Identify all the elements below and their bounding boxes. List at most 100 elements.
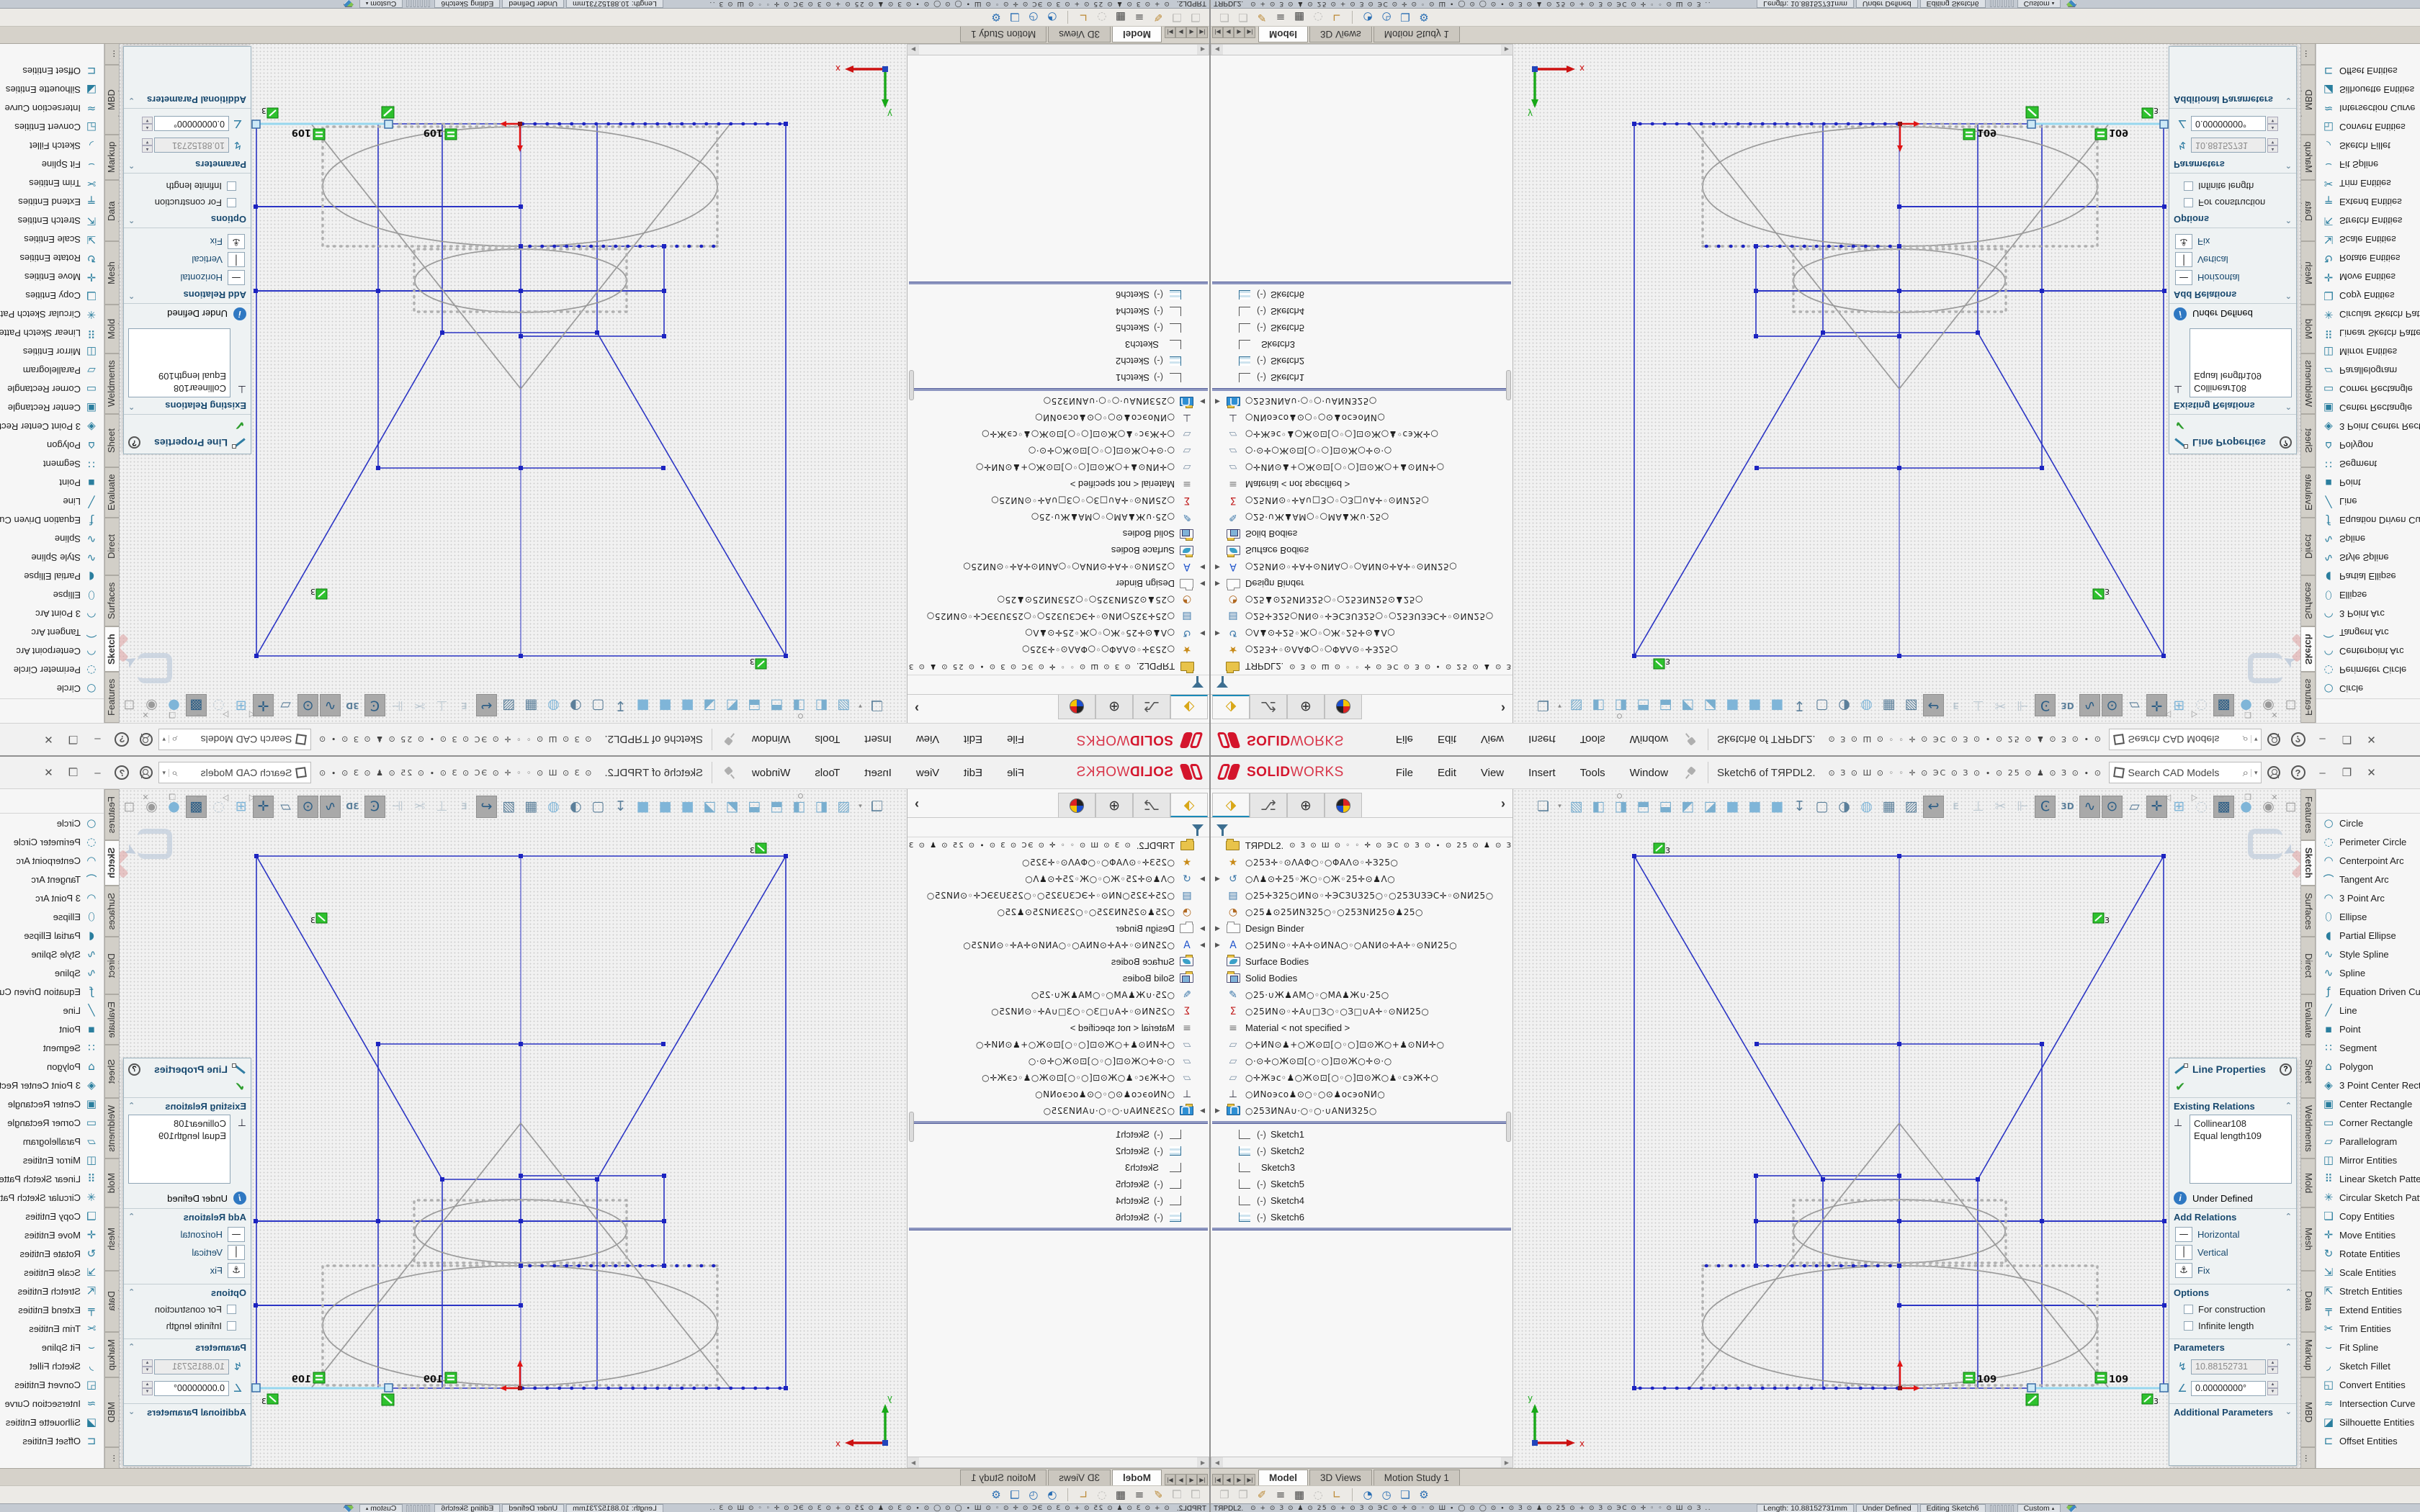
- relation-entry[interactable]: Collinear108: [2194, 382, 2287, 395]
- tool-move-entities[interactable]: ✛ Move Entities: [2316, 1225, 2420, 1244]
- tool-intersection-curve[interactable]: ≈ Intersection Curve: [0, 99, 104, 118]
- pattern-grid-icon[interactable]: ▦: [1290, 1488, 1309, 1501]
- doc-tab-model[interactable]: Model: [1112, 27, 1162, 42]
- panel-collapse-dot[interactable]: [1617, 714, 1622, 719]
- tool-center-rectangle[interactable]: ▣ Center Rectangle: [0, 399, 104, 418]
- sheet2-faint-icon[interactable]: ❐: [1168, 11, 1186, 24]
- scene-lines-icon[interactable]: ≡: [1130, 1488, 1149, 1501]
- tool-offset-entities[interactable]: ⊏ Offset Entities: [2316, 1431, 2420, 1450]
- spinner[interactable]: ▲▼: [2267, 1381, 2278, 1395]
- command-tab-direct-editing[interactable]: Direct Editing: [104, 518, 119, 575]
- command-tab-mold-tools[interactable]: Mold Tools: [104, 1158, 119, 1207]
- tree-item[interactable]: Solid Bodies: [908, 526, 1209, 542]
- doc-tab-model[interactable]: Model: [1258, 27, 1308, 42]
- doc-nav-icon[interactable]: ▶: [1234, 27, 1245, 38]
- tree-item[interactable]: ◔○25♟⊙25ИNЗ25○◦○25ЗNИ25⊙♟25○: [908, 592, 1209, 608]
- appearance-brush-icon[interactable]: ✐: [1252, 1488, 1271, 1501]
- tool-stretch-entities[interactable]: ⇱ Stretch Entities: [2316, 212, 2420, 230]
- collapse-icon[interactable]: ⌃: [128, 1212, 135, 1223]
- scene-lines-icon[interactable]: ≡: [1271, 11, 1290, 24]
- add-relation-vertical[interactable]: │ Vertical: [2174, 1243, 2292, 1261]
- tool-ellipse[interactable]: ⬯ Ellipse: [2316, 907, 2420, 926]
- doc-nav-icon[interactable]: |◀: [1212, 27, 1223, 38]
- relations-listbox[interactable]: Collinear108Equal length109: [128, 328, 230, 397]
- tree-item[interactable]: ✎○25·∪Ж♟ΑΜ○◦○ΜΑ♟Ж∪·25○: [1211, 509, 1512, 526]
- relations-listbox[interactable]: Collinear108Equal length109: [128, 1115, 230, 1184]
- gear-icon[interactable]: ⚙: [1415, 1488, 1433, 1501]
- ok-check-icon[interactable]: ✔: [2169, 415, 2296, 432]
- tree-item[interactable]: ▶ Design Binder: [1211, 575, 1512, 592]
- command-tab-mesh-modeling[interactable]: Mesh Modeling: [104, 241, 119, 305]
- relation-entry[interactable]: Equal length109: [2194, 370, 2287, 382]
- expand-panel-icon[interactable]: ›: [915, 796, 919, 811]
- account-button[interactable]: [135, 729, 159, 750]
- tree-item-sketch4[interactable]: (-)Sketch4: [908, 303, 1209, 320]
- relation-entry[interactable]: Equal length109: [133, 1130, 226, 1142]
- menu-edit[interactable]: Edit: [951, 729, 995, 750]
- tool-copy-entities[interactable]: ❏ Copy Entities: [0, 287, 104, 305]
- tree-item-sketch5[interactable]: (-)Sketch5: [908, 320, 1209, 336]
- tool-linear-sketch-pattern[interactable]: ⠿ Linear Sketch Pattern: [0, 324, 104, 343]
- doc-nav-icon[interactable]: |◀: [1197, 1474, 1208, 1485]
- ok-check-icon[interactable]: ✔: [124, 1080, 251, 1097]
- checkbox-icon[interactable]: [227, 198, 236, 207]
- pin-icon[interactable]: [722, 767, 734, 778]
- scene-lines-icon[interactable]: ≡: [1130, 11, 1149, 24]
- tool-mirror-entities[interactable]: ◫ Mirror Entities: [0, 1151, 104, 1169]
- menu-insert[interactable]: Insert: [852, 762, 904, 783]
- command-tab-evaluate[interactable]: Evaluate: [2301, 467, 2316, 518]
- tree-filter[interactable]: [1211, 818, 1512, 837]
- tool-3-point-center-recta-[interactable]: ◈ 3 Point Center Recta...: [0, 1076, 104, 1094]
- tool-convert-entities[interactable]: ◱ Convert Entities: [2316, 118, 2420, 137]
- tree-item-sketch6[interactable]: (-)Sketch6: [1211, 1209, 1512, 1225]
- tree-item[interactable]: ▱○·⊙✛○Ж⊙⊡[○◦○]⊡⊙Ж○✛⊙·○: [1211, 443, 1512, 459]
- tool-scale-entities[interactable]: ⇲ Scale Entities: [2316, 1263, 2420, 1282]
- checkbox-icon[interactable]: [2184, 198, 2193, 207]
- tool-linear-sketch-pattern[interactable]: ⠿ Linear Sketch Pattern: [2316, 324, 2420, 343]
- sheet-faint-icon[interactable]: ❐: [1215, 1488, 1234, 1501]
- tool-offset-entities[interactable]: ⊏ Offset Entities: [0, 62, 104, 81]
- panel-collapse-dot[interactable]: [798, 793, 803, 798]
- tool-spline[interactable]: ∿ Spline: [2316, 963, 2420, 982]
- tool-polygon[interactable]: ⌂ Polygon: [2316, 436, 2420, 455]
- option-for-construction[interactable]: For construction: [2174, 194, 2292, 211]
- tree-splitter-handle[interactable]: [909, 370, 914, 400]
- command-tab-features[interactable]: Features: [104, 672, 119, 723]
- menu-file[interactable]: File: [1384, 762, 1425, 783]
- tree-item[interactable]: ◔○25♟⊙25ИNЗ25○◦○25ЗNИ25⊙♟25○: [1211, 904, 1512, 920]
- spinner[interactable]: ▲▼: [2267, 117, 2278, 131]
- restore-button[interactable]: ❐: [61, 762, 86, 783]
- tool-mirror-entities[interactable]: ◫ Mirror Entities: [2316, 343, 2420, 361]
- tree-item-sketch5[interactable]: (-)Sketch5: [1211, 320, 1512, 336]
- doc-nav-icon[interactable]: ▶|: [1245, 1474, 1255, 1485]
- tree-item[interactable]: ◔○25♟⊙25ИNЗ25○◦○25ЗNИ25⊙♟25○: [908, 904, 1209, 920]
- help-button[interactable]: ?: [2286, 762, 2311, 783]
- tree-item[interactable]: ▶ Design Binder: [1211, 920, 1512, 937]
- tool-equation-driven-curve[interactable]: ƒ Equation Driven Curve: [2316, 511, 2420, 530]
- tool-circle[interactable]: ○ Circle: [2316, 680, 2420, 698]
- tree-item[interactable]: ▶ ○25ЗИNΑ∪·○◦○·∪ΑNИЗ25○: [908, 1102, 1209, 1119]
- tree-item[interactable]: ▱○✛ИN⊙♟+○Ж⊙⊡[○◦○]⊡⊙Ж○+♟⊙NИ✛○: [908, 459, 1209, 476]
- tool-extend-entities[interactable]: ╤ Extend Entities: [2316, 193, 2420, 212]
- tree-root[interactable]: TЯPDL2. ⊙ З ⊙ Ш ⊙ ◦ ◦ ✛ ⊙ ЭС ⊙ З ⊙ ∙ ⊙ 2…: [1211, 658, 1512, 675]
- sheet2-faint-icon[interactable]: ❐: [1234, 11, 1252, 24]
- option-infinite-length[interactable]: Infinite length: [2174, 178, 2292, 194]
- collapse-icon[interactable]: ⌃: [2285, 214, 2292, 225]
- tool-style-spline[interactable]: ∿ Style Spline: [2316, 549, 2420, 567]
- restore-button[interactable]: ❐: [2335, 762, 2360, 783]
- tool-line[interactable]: ╱ Line: [0, 492, 104, 511]
- collapse-icon[interactable]: ⌃: [2285, 159, 2292, 170]
- tree-splitter-handle[interactable]: [909, 1112, 914, 1142]
- tree-item[interactable]: Σ○25ИN⊙◦✛Α∪□З○◦○З□∪Α✛◦⊙NИ25○: [908, 1003, 1209, 1020]
- expand-icon[interactable]: ⌄: [2285, 1407, 2292, 1418]
- tool-centerpoint-arc[interactable]: ◠ Centerpoint Arc: [2316, 642, 2420, 661]
- rollback-bar[interactable]: [909, 388, 1208, 391]
- menu-tools[interactable]: Tools: [802, 762, 852, 783]
- tree-root[interactable]: TЯPDL2. ⊙ З ⊙ Ш ⊙ ◦ ◦ ✛ ⊙ ЭС ⊙ З ⊙ ∙ ⊙ 2…: [908, 658, 1209, 675]
- tree-item[interactable]: ▶ Design Binder: [908, 575, 1209, 592]
- collapse-icon[interactable]: ⌃: [2285, 400, 2292, 411]
- collapse-icon[interactable]: ⌃: [128, 1342, 135, 1353]
- tool-polygon[interactable]: ⌂ Polygon: [0, 436, 104, 455]
- doc-tab-model[interactable]: Model: [1112, 1470, 1162, 1485]
- collapse-icon[interactable]: ⌃: [2285, 289, 2292, 300]
